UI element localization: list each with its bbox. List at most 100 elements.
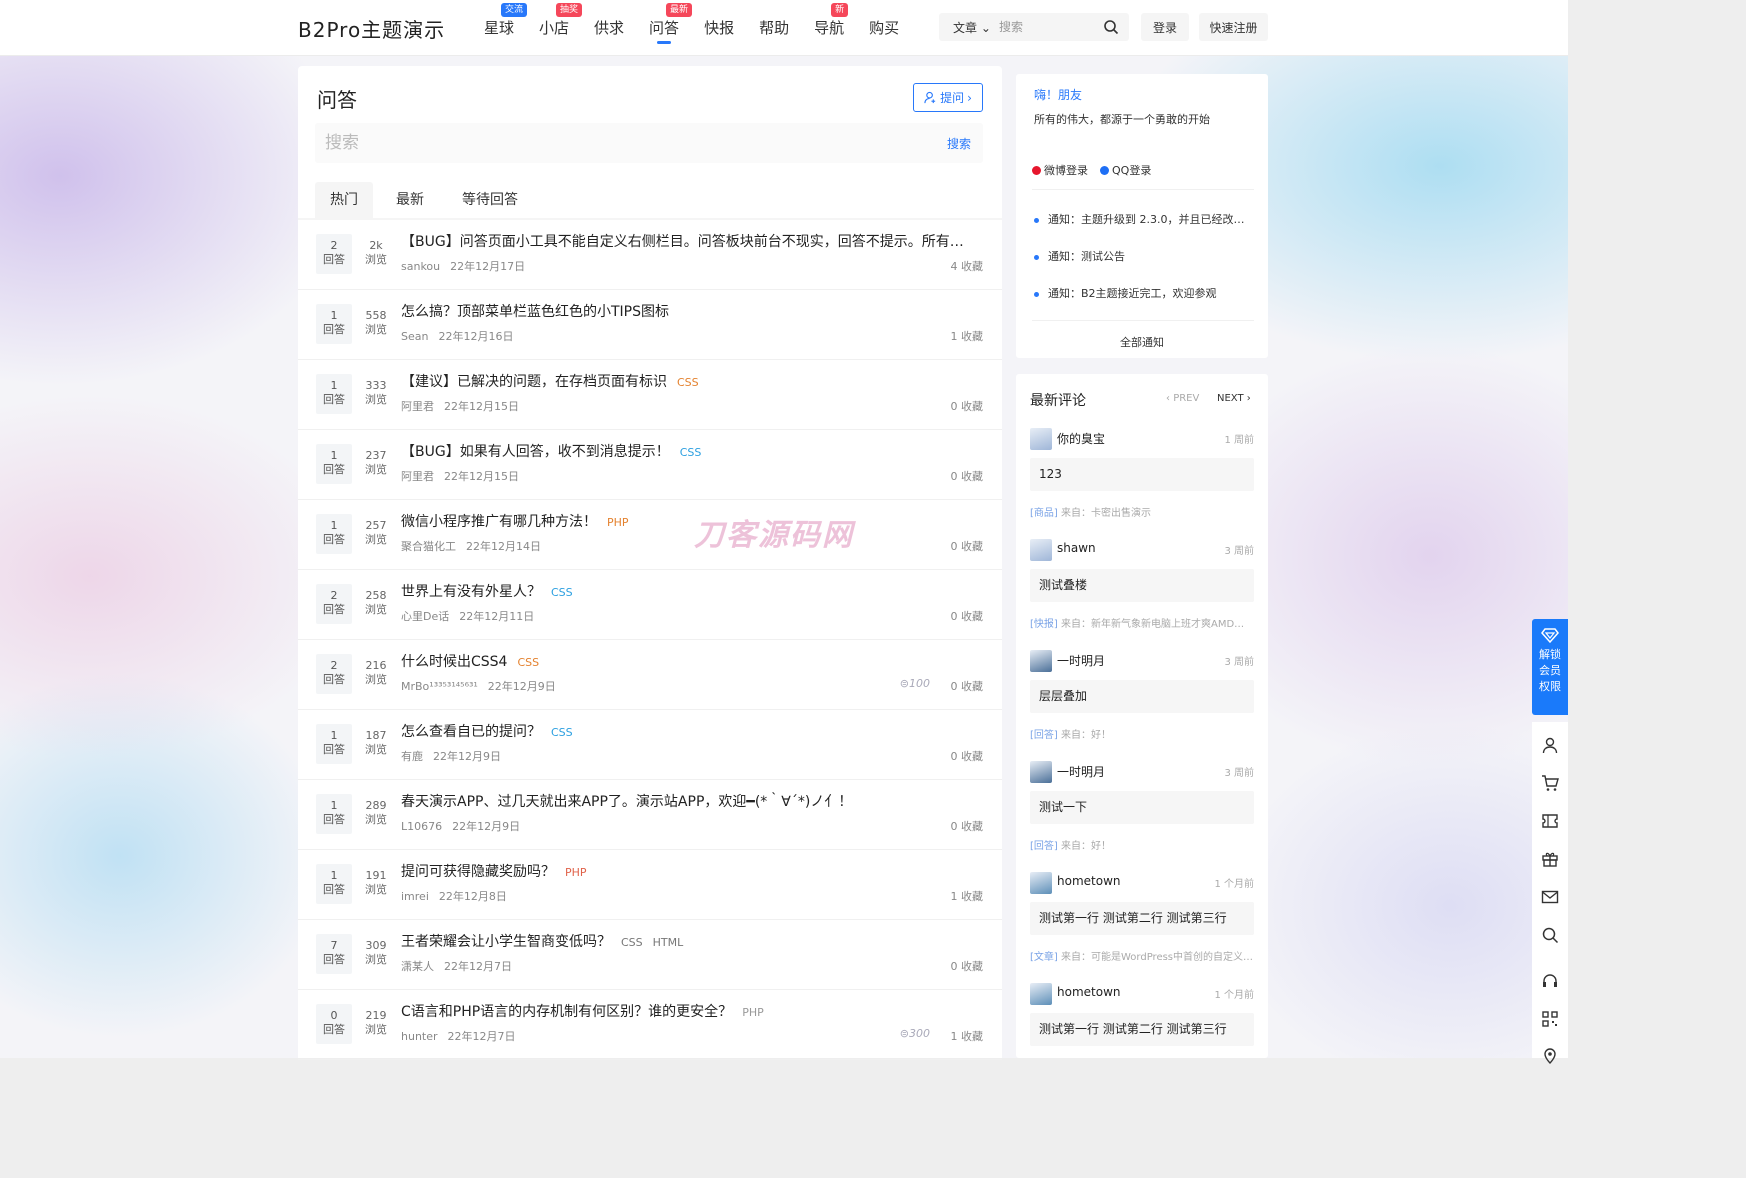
- question-author[interactable]: 阿里君: [401, 400, 434, 413]
- question-tag[interactable]: CSS: [517, 656, 539, 669]
- question-row[interactable]: 1 回答 191 浏览 提问可获得隐藏奖励吗？ PHP imrei 22年12月8日 1 收藏: [298, 850, 1002, 920]
- notice-item[interactable]: 通知：主题升级到 2.3.0，并且已经改版完成: [1032, 210, 1254, 247]
- question-row[interactable]: 1 回答 289 浏览 春天演示APP、过几天就出来APP了。演示站APP，欢迎━(*｀…: [298, 780, 1002, 850]
- comment-source[interactable]: [商品] 来自：卡密出售演示: [1030, 504, 1254, 519]
- question-title[interactable]: 提问可获得隐藏奖励吗？ PHP: [401, 861, 971, 881]
- question-tag[interactable]: CSS: [551, 726, 573, 739]
- question-title[interactable]: 微信小程序推广有哪几种方法！ PHP: [401, 511, 971, 531]
- question-row[interactable]: 1 回答 333 浏览 【建议】已解决的问题，在存档页面有标识 CSS 阿里君 22年12月1…: [298, 360, 1002, 430]
- question-author[interactable]: 心里De话: [401, 610, 449, 623]
- comment-source[interactable]: [快报] 来自：新年新气象新电脑上班才爽AMD平台: [1030, 615, 1254, 630]
- user-icon[interactable]: [1541, 736, 1559, 754]
- question-title[interactable]: 世界上有没有外星人？ CSS: [401, 581, 971, 601]
- ticket-icon[interactable]: [1541, 812, 1559, 830]
- tab-0[interactable]: 热门: [315, 182, 373, 220]
- comment-source[interactable]: [回答] 来自：好！: [1030, 837, 1254, 852]
- social-login-1[interactable]: QQ登录: [1100, 162, 1151, 178]
- comment-body[interactable]: 测试一下: [1030, 791, 1254, 824]
- question-author[interactable]: Sean: [401, 330, 428, 343]
- login-button[interactable]: 登录: [1141, 13, 1189, 41]
- comment-author[interactable]: 你的臭宝: [1057, 430, 1105, 447]
- ask-question-button[interactable]: 提问 ›: [913, 83, 983, 112]
- question-row[interactable]: 2 回答 2k 浏览 【BUG】问答页面小工具不能自定义右侧栏目。问答板块前台不现实，回…: [298, 220, 1002, 290]
- question-author[interactable]: 阿里君: [401, 470, 434, 483]
- headset-icon[interactable]: [1541, 972, 1559, 990]
- tab-1[interactable]: 最新: [381, 182, 439, 220]
- nav-item-5[interactable]: 帮助: [759, 17, 789, 38]
- comment-author[interactable]: 一时明月: [1057, 763, 1105, 780]
- question-title[interactable]: 王者荣耀会让小学生智商变低吗？ CSS HTML: [401, 931, 971, 951]
- header-search-input[interactable]: [999, 20, 1099, 34]
- avatar[interactable]: [1030, 428, 1052, 450]
- question-title[interactable]: 【BUG】问答页面小工具不能自定义右侧栏目。问答板块前台不现实，回答不提示。所有…: [401, 231, 971, 251]
- question-title[interactable]: 什么时候出CSS4 CSS: [401, 651, 971, 671]
- avatar[interactable]: [1030, 872, 1052, 894]
- question-tag[interactable]: CSS: [677, 376, 699, 389]
- question-row[interactable]: 2 回答 216 浏览 什么时候出CSS4 CSS MrBo¹³³⁵³¹⁴⁵⁶³¹ 22年12…: [298, 640, 1002, 710]
- mail-icon[interactable]: [1541, 888, 1559, 906]
- question-tag[interactable]: CSS: [621, 936, 643, 949]
- search-icon[interactable]: [1103, 19, 1119, 35]
- comment-source[interactable]: [文章] 来自：可能是WordPress中首创的自定义功能: [1030, 948, 1254, 963]
- qrcode-icon[interactable]: [1541, 1010, 1559, 1028]
- notice-item[interactable]: 通知：B2主题接近完工，欢迎参观: [1032, 284, 1254, 321]
- question-tag[interactable]: PHP: [565, 866, 587, 879]
- question-author[interactable]: imrei: [401, 890, 429, 903]
- comment-author[interactable]: hometown: [1057, 874, 1121, 888]
- search-type-select[interactable]: 文章 ⌄: [939, 19, 999, 36]
- comment-body[interactable]: 测试第一行 测试第二行 测试第三行: [1030, 902, 1254, 935]
- question-title[interactable]: 怎么搞？顶部菜单栏蓝色红色的小TIPS图标: [401, 301, 971, 321]
- register-button[interactable]: 快速注册: [1199, 13, 1268, 41]
- question-author[interactable]: 有鹿: [401, 750, 423, 763]
- site-logo[interactable]: B2Pro主题演示: [298, 14, 445, 43]
- question-row[interactable]: 0 回答 219 浏览 C语言和PHP语言的内存机制有何区别？谁的更安全？ PHP hunt…: [298, 990, 1002, 1060]
- question-title[interactable]: 【建议】已解决的问题，在存档页面有标识 CSS: [401, 371, 971, 391]
- comment-body[interactable]: 层层叠加: [1030, 680, 1254, 713]
- qa-search-button[interactable]: 搜索: [947, 135, 971, 152]
- tab-2[interactable]: 等待回答: [447, 182, 533, 220]
- avatar[interactable]: [1030, 539, 1052, 561]
- comment-body[interactable]: 测试叠楼: [1030, 569, 1254, 602]
- avatar[interactable]: [1030, 761, 1052, 783]
- unlock-vip-button[interactable]: 解锁 会员 权限: [1532, 619, 1568, 715]
- question-title[interactable]: C语言和PHP语言的内存机制有何区别？谁的更安全？ PHP: [401, 1001, 971, 1021]
- comment-author[interactable]: 一时明月: [1057, 652, 1105, 669]
- question-tag[interactable]: PHP: [742, 1006, 764, 1019]
- all-notices-link[interactable]: 全部通知: [1016, 334, 1268, 350]
- question-row[interactable]: 1 回答 558 浏览 怎么搞？顶部菜单栏蓝色红色的小TIPS图标 Sean 22年12月1…: [298, 290, 1002, 360]
- avatar[interactable]: [1030, 650, 1052, 672]
- next-button[interactable]: NEXT ›: [1217, 393, 1251, 404]
- comment-author[interactable]: hometown: [1057, 985, 1121, 999]
- nav-item-2[interactable]: 供求: [594, 17, 624, 38]
- question-title[interactable]: 怎么查看自已的提问？ CSS: [401, 721, 971, 741]
- question-tag[interactable]: HTML: [653, 936, 684, 949]
- gift-icon[interactable]: [1541, 850, 1559, 868]
- qa-search-input[interactable]: [325, 133, 885, 153]
- nav-item-6[interactable]: 导航 新: [814, 3, 849, 38]
- question-row[interactable]: 1 回答 257 浏览 微信小程序推广有哪几种方法！ PHP 聚合猫化工 22年12月14日 0…: [298, 500, 1002, 570]
- question-row[interactable]: 7 回答 309 浏览 王者荣耀会让小学生智商变低吗？ CSS HTML 潇某人 22年12月7…: [298, 920, 1002, 990]
- nav-item-4[interactable]: 快报: [704, 17, 734, 38]
- nav-item-7[interactable]: 购买: [869, 17, 899, 38]
- question-title[interactable]: 春天演示APP、过几天就出来APP了。演示站APP，欢迎━(*｀∀´*)ノ亻！: [401, 791, 971, 811]
- question-author[interactable]: MrBo¹³³⁵³¹⁴⁵⁶³¹: [401, 680, 478, 693]
- nav-item-0[interactable]: 星球 交流: [484, 3, 528, 38]
- question-author[interactable]: 潇某人: [401, 960, 434, 973]
- question-author[interactable]: L10676: [401, 820, 442, 833]
- notice-item[interactable]: 通知：测试公告: [1032, 247, 1254, 284]
- comment-body[interactable]: 测试第一行 测试第二行 测试第三行: [1030, 1013, 1254, 1046]
- comment-source[interactable]: [回答] 来自：好！: [1030, 726, 1254, 741]
- comment-author[interactable]: shawn: [1057, 541, 1096, 555]
- question-tag[interactable]: PHP: [607, 516, 629, 529]
- location-icon[interactable]: [1541, 1046, 1559, 1064]
- search-icon[interactable]: [1541, 926, 1559, 944]
- question-title[interactable]: 【BUG】如果有人回答，收不到消息提示！ CSS: [401, 441, 971, 461]
- question-row[interactable]: 2 回答 258 浏览 世界上有没有外星人？ CSS 心里De话 22年12月11日 0 收藏: [298, 570, 1002, 640]
- question-tag[interactable]: CSS: [680, 446, 702, 459]
- question-row[interactable]: 1 回答 237 浏览 【BUG】如果有人回答，收不到消息提示！ CSS 阿里君 22年12月…: [298, 430, 1002, 500]
- nav-item-3[interactable]: 问答 最新: [649, 3, 693, 44]
- social-login-0[interactable]: 微博登录: [1032, 162, 1088, 178]
- question-author[interactable]: hunter: [401, 1030, 438, 1043]
- question-row[interactable]: 1 回答 187 浏览 怎么查看自已的提问？ CSS 有鹿 22年12月9日 0 收藏: [298, 710, 1002, 780]
- question-tag[interactable]: CSS: [551, 586, 573, 599]
